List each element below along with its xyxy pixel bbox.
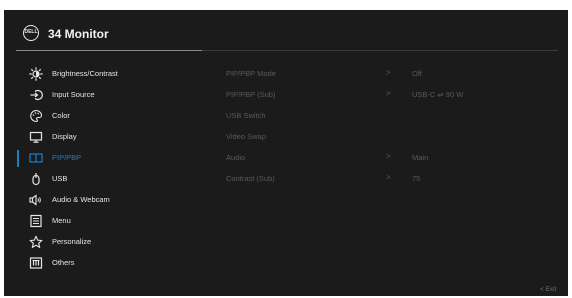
menu-item-label: Display xyxy=(52,132,77,141)
submenu-item-value: Main xyxy=(412,153,429,162)
menu-item-label: USB xyxy=(52,174,68,183)
menu-item-label: Input Source xyxy=(52,90,95,99)
menu-item-display[interactable]: Display xyxy=(4,127,204,148)
menu-item-label: PIP/PBP xyxy=(52,153,82,162)
monitor-title: 34 Monitor xyxy=(48,27,109,41)
logo-text: DELL xyxy=(24,29,38,35)
dell-logo: DELL xyxy=(23,25,39,41)
menu-item-color[interactable]: Color xyxy=(4,106,204,127)
menu-item-input-source[interactable]: Input Source xyxy=(4,85,204,106)
submenu-item-pip-pbp-mode[interactable]: PIP/PBP Mode > Off xyxy=(226,64,566,85)
pip-pbp-icon xyxy=(29,151,43,165)
menu-item-pip-pbp[interactable]: PIP/PBP xyxy=(4,148,204,169)
submenu-item-value: Off xyxy=(412,69,422,78)
main-menu: Brightness/Contrast Input Source Color D… xyxy=(4,64,204,274)
menu-item-label: Menu xyxy=(52,216,71,225)
menu-item-label: Color xyxy=(52,111,70,120)
submenu-item-usb-switch[interactable]: USB Switch xyxy=(226,106,566,127)
pip-pbp-submenu: PIP/PBP Mode > Off PIP/PBP (Sub) > USB-C… xyxy=(226,64,566,190)
menu-item-audio-webcam[interactable]: Audio & Webcam xyxy=(4,190,204,211)
menu-item-brightness-contrast[interactable]: Brightness/Contrast xyxy=(4,64,204,85)
submenu-item-label: Video Swap xyxy=(226,132,266,141)
submenu-item-contrast-sub[interactable]: Contrast (Sub) > 75 xyxy=(226,169,566,190)
submenu-item-value: USB-C ⇌ 90 W xyxy=(412,90,464,99)
chevron-right-icon: > xyxy=(386,152,391,161)
menu-item-menu[interactable]: Menu xyxy=(4,211,204,232)
header-divider xyxy=(202,50,558,51)
menu-item-label: Others xyxy=(52,258,75,267)
chevron-right-icon: > xyxy=(386,173,391,182)
header-divider-active xyxy=(16,50,202,51)
usb-icon xyxy=(29,172,43,186)
submenu-item-label: PIP/PBP (Sub) xyxy=(226,90,276,99)
exit-button[interactable]: < Exit xyxy=(540,286,556,293)
submenu-item-pip-pbp-sub[interactable]: PIP/PBP (Sub) > USB-C ⇌ 90 W xyxy=(226,85,566,106)
chevron-right-icon: > xyxy=(386,89,391,98)
osd-header: DELL 34 Monitor xyxy=(4,10,568,50)
chevron-right-icon: > xyxy=(386,68,391,77)
menu-item-usb[interactable]: USB xyxy=(4,169,204,190)
menu-item-label: Brightness/Contrast xyxy=(52,69,118,78)
menu-item-others[interactable]: Others xyxy=(4,253,204,274)
submenu-item-label: USB Switch xyxy=(226,111,266,120)
star-icon xyxy=(29,235,43,249)
submenu-item-label: PIP/PBP Mode xyxy=(226,69,276,78)
submenu-item-label: Audio xyxy=(226,153,246,162)
menu-item-label: Audio & Webcam xyxy=(52,195,110,204)
submenu-item-video-swap[interactable]: Video Swap xyxy=(226,127,566,148)
submenu-item-audio[interactable]: Audio > Main xyxy=(226,148,566,169)
submenu-item-value: 75 xyxy=(412,174,421,183)
menu-icon xyxy=(29,214,43,228)
osd-menu: DELL 34 Monitor Brightness/Contrast Inpu… xyxy=(4,10,568,296)
menu-item-label: Personalize xyxy=(52,237,92,246)
others-icon xyxy=(29,256,43,270)
submenu-item-label: Contrast (Sub) xyxy=(226,174,275,183)
brightness-icon xyxy=(29,67,43,81)
color-palette-icon xyxy=(29,109,43,123)
display-icon xyxy=(29,130,43,144)
audio-webcam-icon xyxy=(29,193,43,207)
menu-item-personalize[interactable]: Personalize xyxy=(4,232,204,253)
input-source-icon xyxy=(29,88,43,102)
